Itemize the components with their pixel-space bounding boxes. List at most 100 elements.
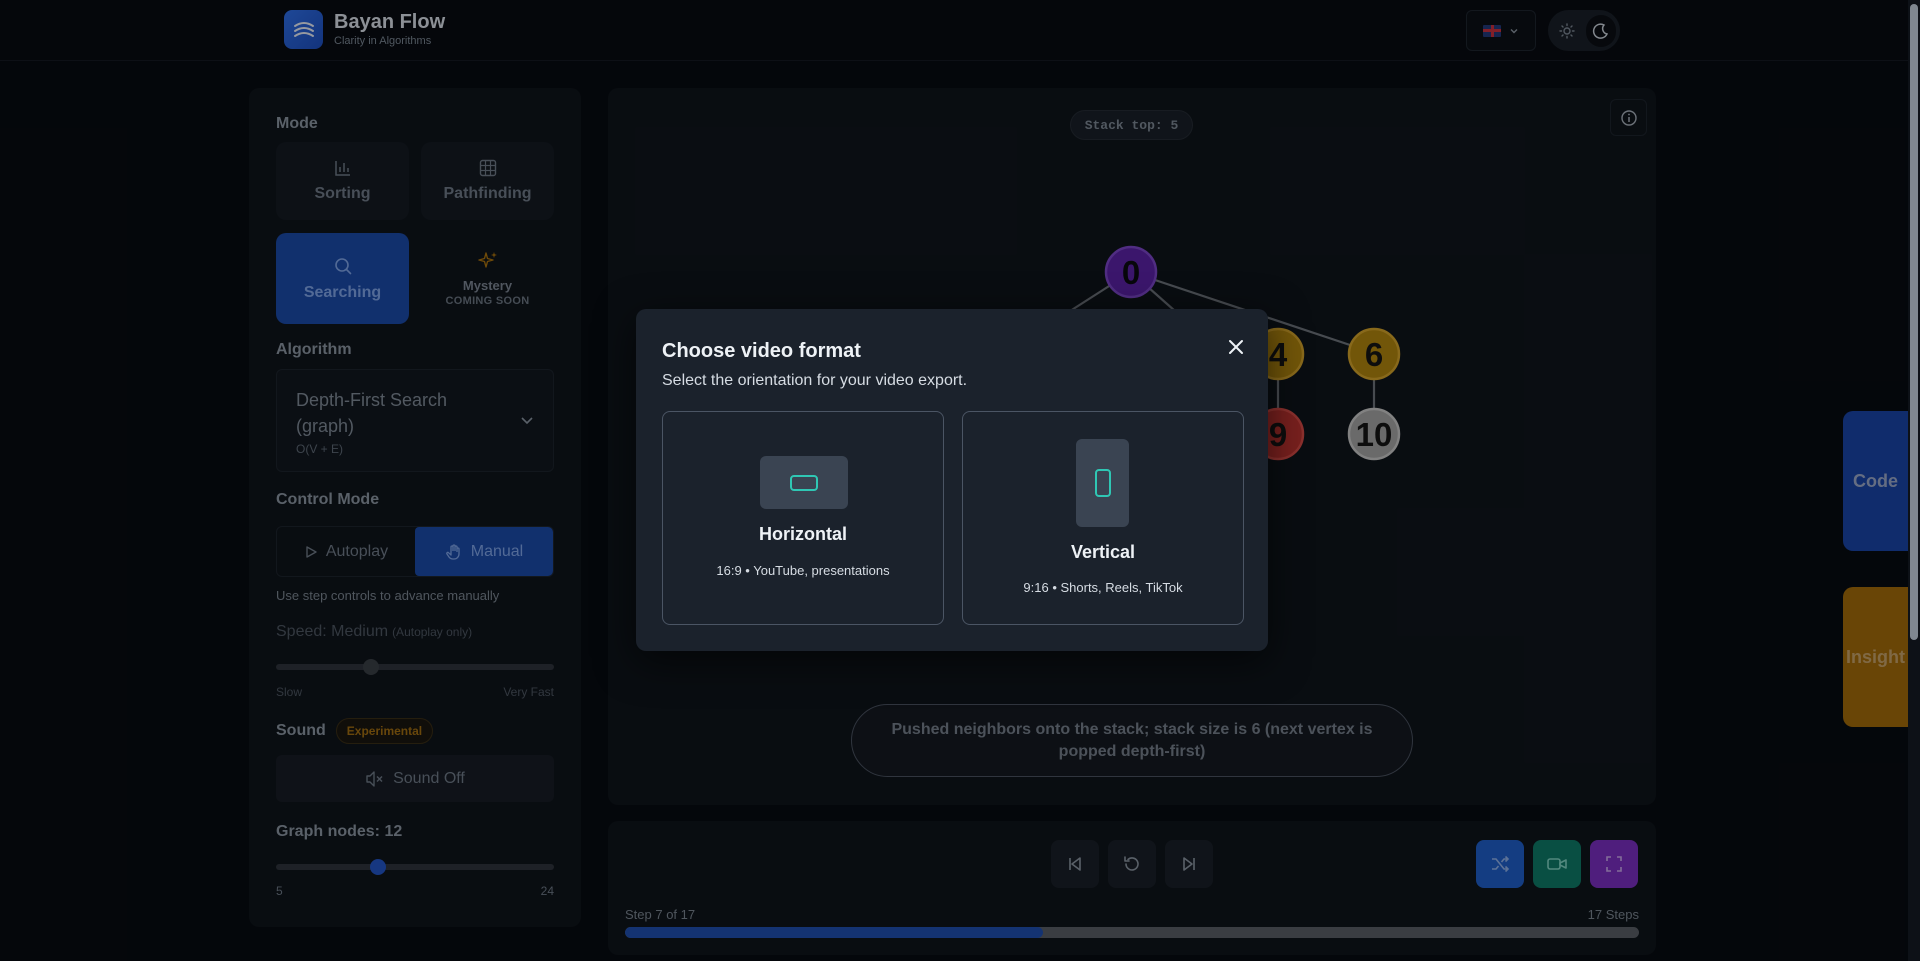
horizontal-format-icon [760,456,848,509]
mode-mystery-label: Mystery [462,278,513,293]
manual-button[interactable]: Manual [415,527,553,576]
scrollbar-thumb[interactable] [1910,4,1918,640]
playback-bar: Step 7 of 17 17 Steps [608,821,1656,955]
moon-icon [1592,22,1609,39]
video-camera-icon [1547,858,1567,870]
close-icon [1229,340,1243,354]
speaker-muted-icon [366,770,383,787]
chevron-down-icon [1510,28,1518,33]
dialog-subtitle: Select the orientation for your video ex… [662,372,968,389]
autoplay-label: Autoplay [325,542,389,560]
insight-panel-tab[interactable]: Insight [1843,587,1908,727]
mode-sorting-label: Sorting [314,185,371,202]
shuffle-icon [1492,855,1510,873]
algorithm-select[interactable]: Depth-First Search (graph) O(V + E) [276,369,554,472]
control-mode-toggle: Autoplay Manual [276,526,554,577]
sound-toggle-button[interactable]: Sound Off [276,755,554,802]
manual-label: Manual [470,542,524,560]
play-icon [306,545,317,558]
shuffle-button[interactable] [1476,840,1524,888]
vertical-format-name: Vertical [1070,542,1136,562]
graph-nodes-label: Graph nodes: 12 [276,823,403,840]
dialog-title: Choose video format [662,340,861,362]
grid-icon [479,159,496,177]
graph-nodes-slider[interactable] [276,864,554,870]
mode-pathfinding-label: Pathfinding [443,185,532,202]
speed-note: (Autoplay only) [392,625,473,639]
speed-slider[interactable] [276,664,554,670]
sun-icon [1559,22,1575,39]
reset-button[interactable] [1108,840,1156,888]
mode-searching-button[interactable]: Searching [276,233,409,324]
bar-chart-icon [334,161,350,176]
node-4-label: 4 [1269,336,1288,373]
step-back-button[interactable] [1051,840,1099,888]
sound-label: Sound [276,722,326,739]
vertical-format-icon [1076,439,1129,527]
record-video-button[interactable] [1533,840,1581,888]
language-selector[interactable] [1466,10,1536,51]
graph-nodes-max-label: 24 [540,884,554,898]
logo[interactable] [284,10,323,49]
fullscreen-button[interactable] [1590,840,1638,888]
total-steps: 17 Steps [1587,907,1639,922]
theme-dark-option[interactable] [1586,14,1616,47]
theme-light-option[interactable] [1552,15,1582,47]
sidebar-panel: Mode Sorting Pathfinding Searching Myste… [249,88,581,927]
node-10[interactable]: 10 [1347,407,1401,461]
horizontal-format-name: Horizontal [759,524,847,544]
experimental-badge: Experimental [335,718,434,744]
search-icon [334,257,351,274]
progress-fill [625,927,1043,938]
node-6[interactable]: 6 [1347,327,1401,381]
node-0[interactable]: 0 [1104,245,1158,299]
node-10-label: 10 [1356,416,1393,453]
vertical-format-option[interactable]: Vertical 9:16 • Shorts, Reels, TikTok [962,411,1244,625]
landscape-rectangle-icon [790,474,818,491]
horizontal-format-desc: 16:9 • YouTube, presentations [716,563,890,578]
node-6-label: 6 [1365,336,1383,373]
mode-pathfinding-button[interactable]: Pathfinding [421,142,554,220]
portrait-rectangle-icon [1094,469,1111,497]
algorithm-complexity: O(V + E) [296,442,344,456]
brand-tagline: Clarity in Algorithms [334,35,432,47]
brand-name: Bayan Flow [334,11,446,33]
close-dialog-button[interactable] [1222,333,1250,361]
speed-max-label: Very Fast [503,685,554,699]
mode-mystery-card: Mystery COMING SOON [421,233,554,324]
step-forward-button[interactable] [1165,840,1213,888]
mode-sorting-button[interactable]: Sorting [276,142,409,220]
video-format-dialog: Choose video format Select the orientati… [636,309,1268,651]
graph-nodes-slider-thumb[interactable] [370,859,387,875]
sound-button-label: Sound Off [393,769,465,787]
mode-label: Mode [276,115,318,132]
coming-soon-label: COMING SOON [445,295,530,307]
step-status-message: Pushed neighbors onto the stack; stack s… [851,704,1413,777]
theme-toggle[interactable] [1548,10,1620,51]
horizontal-format-option[interactable]: Horizontal 16:9 • YouTube, presentations [662,411,944,625]
speed-slider-thumb[interactable] [362,659,379,675]
code-panel-tab[interactable]: Code [1843,411,1908,551]
algorithm-name: Depth-First Search (graph) [296,390,448,436]
progress-bar[interactable] [625,927,1639,938]
graph-nodes-min-label: 5 [276,884,283,898]
reset-icon [1124,856,1139,871]
mode-searching-label: Searching [303,283,382,301]
speed-value: Speed: Medium [276,623,389,640]
step-counter: Step 7 of 17 [625,907,696,922]
skip-back-icon [1069,857,1081,871]
control-mode-label: Control Mode [276,491,380,508]
wave-logo-icon [293,21,314,37]
hand-icon [445,543,460,560]
skip-forward-icon [1183,857,1195,871]
sparkles-icon [477,252,497,268]
node-9-label: 9 [1269,416,1287,453]
algorithm-label: Algorithm [276,341,352,358]
control-hint: Use step controls to advance manually [276,588,500,603]
speed-min-label: Slow [276,685,303,699]
vertical-format-desc: 9:16 • Shorts, Reels, TikTok [1023,580,1183,595]
page-scrollbar[interactable] [1908,0,1920,961]
autoplay-button[interactable]: Autoplay [277,527,415,576]
speed-label: Speed: Medium (Autoplay only) [276,623,472,641]
chevron-down-icon [521,417,533,425]
